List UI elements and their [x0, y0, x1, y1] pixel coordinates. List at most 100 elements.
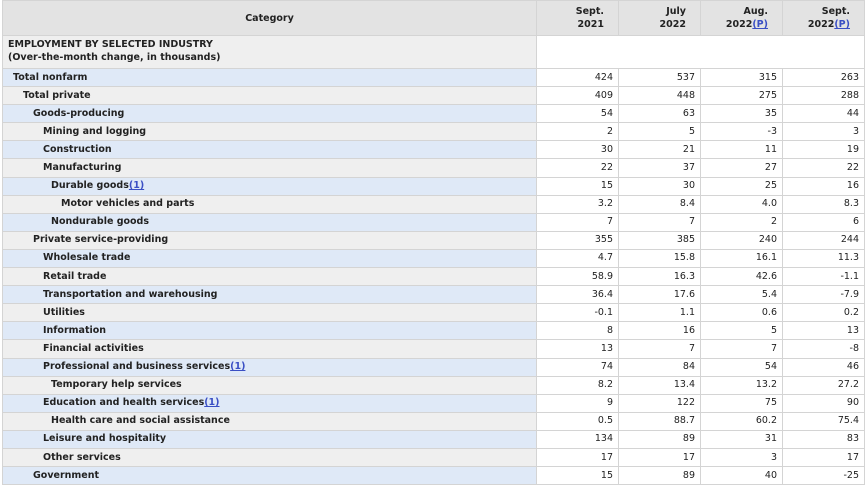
- value-cell: 27.2: [782, 375, 865, 395]
- value-cell: 537: [618, 67, 701, 88]
- value-cell: 5: [700, 321, 783, 341]
- value-cell: -1.1: [782, 267, 865, 287]
- row-label: Transportation and warehousing: [2, 285, 537, 305]
- value-cell: 5.4: [700, 285, 783, 305]
- row-label: Utilities: [2, 303, 537, 323]
- value-cell: 16.1: [700, 248, 783, 269]
- value-cell: 15: [536, 466, 619, 486]
- value-cell: 288: [782, 86, 865, 106]
- value-cell: 13: [536, 339, 619, 359]
- column-header-sept-2022: Sept. 2022(P): [782, 0, 865, 36]
- table-header-row: Category Sept. 2021 July 2022 Aug. 2022(P) …: [2, 0, 865, 36]
- table-row: Private service-providing 355 385 240 244: [2, 230, 865, 250]
- row-label: Health care and social assistance: [2, 411, 537, 431]
- value-cell: 17.6: [618, 285, 701, 305]
- value-cell: 2: [536, 122, 619, 142]
- value-cell: 0.6: [700, 303, 783, 323]
- value-cell: 35: [700, 104, 783, 124]
- value-cell: 8: [536, 321, 619, 341]
- value-cell: 7: [618, 339, 701, 359]
- value-cell: -0.1: [536, 303, 619, 323]
- value-cell: 244: [782, 230, 865, 250]
- employment-table: Category Sept. 2021 July 2022 Aug. 2022(P) …: [2, 0, 865, 486]
- row-label: Retail trade: [2, 267, 537, 287]
- row-label: Leisure and hospitality: [2, 429, 537, 449]
- value-cell: 240: [700, 230, 783, 250]
- value-cell: 30: [618, 176, 701, 196]
- value-cell: 3: [700, 447, 783, 468]
- table-row: Information 8 16 5 13: [2, 321, 865, 341]
- value-cell: 0.2: [782, 303, 865, 323]
- value-cell: 54: [536, 104, 619, 124]
- value-cell: 5: [618, 122, 701, 142]
- value-cell: 16: [618, 321, 701, 341]
- value-cell: 4.0: [700, 194, 783, 214]
- table-row: Retail trade 58.9 16.3 42.6 -1.1: [2, 267, 865, 287]
- value-cell: 0.5: [536, 411, 619, 431]
- column-header-july-2022: July 2022: [618, 0, 701, 36]
- value-cell: 3.2: [536, 194, 619, 214]
- value-cell: 11.3: [782, 248, 865, 269]
- value-cell: 275: [700, 86, 783, 106]
- value-cell: 16.3: [618, 267, 701, 287]
- preliminary-link[interactable]: (P): [752, 19, 768, 30]
- row-label: Government: [2, 466, 537, 486]
- value-cell: 4.7: [536, 248, 619, 269]
- row-label: Nondurable goods: [2, 212, 537, 232]
- value-cell: 63: [618, 104, 701, 124]
- value-cell: 54: [700, 357, 783, 377]
- value-cell: 8.2: [536, 375, 619, 395]
- value-cell: 88.7: [618, 411, 701, 431]
- section-header-row: EMPLOYMENT BY SELECTED INDUSTRY (Over-the…: [2, 35, 865, 69]
- table-row: Total private 409 448 275 288: [2, 86, 865, 106]
- table-row: Construction 30 21 11 19: [2, 140, 865, 160]
- value-cell: 13.2: [700, 375, 783, 395]
- table-row: Motor vehicles and parts 3.2 8.4 4.0 8.3: [2, 194, 865, 214]
- row-label: Total nonfarm: [2, 67, 537, 88]
- row-label: Motor vehicles and parts: [2, 194, 537, 214]
- table-row: Leisure and hospitality 134 89 31 83: [2, 429, 865, 449]
- footnote-link[interactable]: (1): [204, 397, 219, 408]
- value-cell: 44: [782, 104, 865, 124]
- value-cell: 25: [700, 176, 783, 196]
- value-cell: -3: [700, 122, 783, 142]
- row-label: Other services: [2, 447, 537, 468]
- value-cell: 13: [782, 321, 865, 341]
- row-label: Information: [2, 321, 537, 341]
- footnote-link[interactable]: (1): [230, 361, 245, 372]
- table-row: Temporary help services 8.2 13.4 13.2 27.2: [2, 375, 865, 395]
- value-cell: 385: [618, 230, 701, 250]
- table-row: Government 15 89 40 -25: [2, 466, 865, 486]
- row-label: Total private: [2, 86, 537, 106]
- value-cell: 7: [618, 212, 701, 232]
- value-cell: 122: [618, 393, 701, 413]
- preliminary-link[interactable]: (P): [834, 19, 850, 30]
- value-cell: 46: [782, 357, 865, 377]
- value-cell: 17: [536, 447, 619, 468]
- value-cell: 27: [700, 158, 783, 178]
- table-row: Wholesale trade 4.7 15.8 16.1 11.3: [2, 248, 865, 269]
- row-label: Temporary help services: [2, 375, 537, 395]
- value-cell: 16: [782, 176, 865, 196]
- table-row: Manufacturing 22 37 27 22: [2, 158, 865, 178]
- row-label: Manufacturing: [2, 158, 537, 178]
- row-label: Education and health services(1): [2, 393, 537, 413]
- value-cell: 21: [618, 140, 701, 160]
- footnote-link[interactable]: (1): [129, 180, 144, 191]
- row-label: Professional and business services(1): [2, 357, 537, 377]
- value-cell: 75: [700, 393, 783, 413]
- value-cell: 36.4: [536, 285, 619, 305]
- value-cell: 17: [782, 447, 865, 468]
- value-cell: 263: [782, 67, 865, 88]
- value-cell: 89: [618, 466, 701, 486]
- value-cell: 13.4: [618, 375, 701, 395]
- value-cell: 2: [700, 212, 783, 232]
- value-cell: 31: [700, 429, 783, 449]
- value-cell: 74: [536, 357, 619, 377]
- table-row: Nondurable goods 7 7 2 6: [2, 212, 865, 232]
- value-cell: 134: [536, 429, 619, 449]
- value-cell: 22: [782, 158, 865, 178]
- value-cell: 7: [700, 339, 783, 359]
- row-label: Construction: [2, 140, 537, 160]
- value-cell: 22: [536, 158, 619, 178]
